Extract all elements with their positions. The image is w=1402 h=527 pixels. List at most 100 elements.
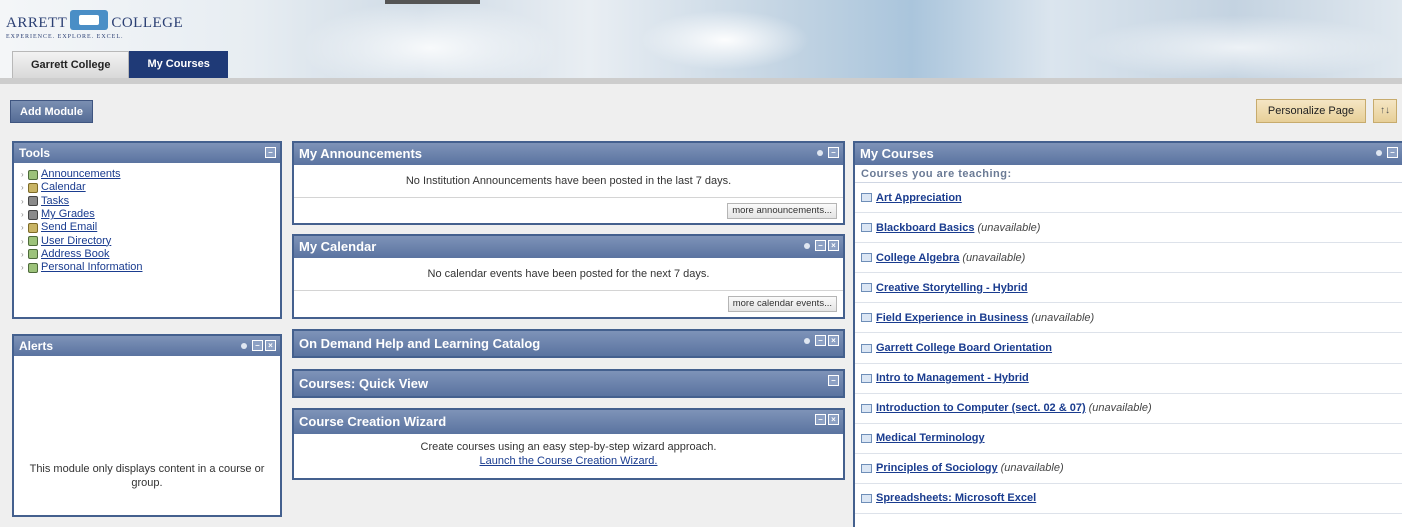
header-divider <box>0 78 1402 84</box>
course-link[interactable]: Intro to Management - Hybrid <box>876 372 1029 384</box>
list-item: Creative Storytelling - Hybrid <box>855 273 1402 304</box>
course-link[interactable]: Art Appreciation <box>876 192 962 204</box>
module-title: Courses: Quick View <box>299 376 429 391</box>
settings-icon[interactable] <box>817 149 823 156</box>
module-title: Alerts <box>19 339 54 353</box>
course-link[interactable]: College Algebra <box>876 252 959 264</box>
minimize-icon[interactable]: – <box>828 147 839 158</box>
minimize-icon[interactable]: – <box>828 375 839 386</box>
quick-view-module: Courses: Quick View – <box>292 369 845 398</box>
module-title: Course Creation Wizard <box>299 414 447 429</box>
chevron-right-icon: › <box>21 170 24 180</box>
more-calendar-events-button[interactable]: more calendar events... <box>727 296 837 312</box>
tools-link[interactable]: Send Email <box>41 221 97 234</box>
chevron-right-icon: › <box>21 196 24 206</box>
user-directory-icon <box>28 236 38 247</box>
logo-text-left: ARRETT <box>6 15 68 31</box>
tools-item-tasks[interactable]: › Tasks <box>21 195 280 208</box>
course-link[interactable]: Principles of Sociology <box>876 462 998 474</box>
module-header: My Calendar – × <box>294 236 843 258</box>
module-header: Alerts – × <box>14 336 280 356</box>
list-item: Intro to Management - Hybrid <box>855 364 1402 394</box>
settings-icon[interactable] <box>1376 149 1382 156</box>
divider <box>294 290 843 291</box>
tools-item-user-directory[interactable]: › User Directory <box>21 234 280 247</box>
course-link[interactable]: Blackboard Basics <box>876 222 974 234</box>
tools-link[interactable]: Address Book <box>41 248 109 261</box>
course-status: (unavailable) <box>962 251 1026 264</box>
tools-link[interactable]: Tasks <box>41 195 69 208</box>
announcements-module: My Announcements – No Institution Announ… <box>292 141 845 225</box>
announcements-icon <box>28 169 38 180</box>
minimize-icon[interactable]: – <box>1387 147 1398 158</box>
chevron-right-icon: › <box>21 263 24 273</box>
logo-tagline: EXPERIENCE. EXPLORE. EXCEL. <box>6 34 124 40</box>
list-item: Introduction to Computer (sect. 02 & 07)… <box>855 394 1402 424</box>
tools-item-my-grades[interactable]: › My Grades <box>21 208 280 221</box>
minimize-icon[interactable]: – <box>815 240 826 251</box>
tools-item-calendar[interactable]: › Calendar <box>21 181 280 194</box>
module-header: Courses: Quick View – <box>294 371 843 396</box>
launch-wizard-link[interactable]: Launch the Course Creation Wizard. <box>480 455 658 467</box>
header-banner: ARRETT COLLEGE EXPERIENCE. EXPLORE. EXCEL… <box>0 0 1402 80</box>
course-icon <box>861 433 872 443</box>
course-link[interactable]: Field Experience in Business <box>876 312 1028 324</box>
course-icon <box>861 403 872 413</box>
tools-item-personal-information[interactable]: › Personal Information <box>21 261 280 274</box>
settings-icon[interactable] <box>804 337 810 344</box>
divider <box>294 197 843 198</box>
more-announcements-button[interactable]: more announcements... <box>727 203 837 219</box>
module-header: Tools – <box>14 143 280 163</box>
close-icon[interactable]: × <box>265 340 276 351</box>
tools-link[interactable]: Announcements <box>41 168 121 181</box>
close-icon[interactable]: × <box>828 335 839 346</box>
tab-bar: Garrett College My Courses <box>12 51 228 78</box>
tools-module: Tools – › Announcements › Calendar › Tasks … <box>12 141 282 319</box>
email-icon <box>28 222 38 233</box>
chevron-right-icon: › <box>21 210 24 220</box>
course-icon <box>861 313 872 323</box>
list-item: Principles of Sociology (unavailable) <box>855 454 1402 484</box>
course-link[interactable]: Medical Terminology <box>876 432 985 444</box>
settings-icon[interactable] <box>804 242 810 249</box>
tools-item-announcements[interactable]: › Announcements <box>21 168 280 181</box>
module-header: My Announcements – <box>294 143 843 165</box>
tools-item-address-book[interactable]: › Address Book <box>21 248 280 261</box>
minimize-icon[interactable]: – <box>252 340 263 351</box>
tools-item-send-email[interactable]: › Send Email <box>21 221 280 234</box>
minimize-icon[interactable]: – <box>265 147 276 158</box>
personalize-page-button[interactable]: Personalize Page <box>1256 99 1366 123</box>
module-title: My Calendar <box>299 239 377 254</box>
banner-cloud <box>300 0 560 80</box>
reorder-modules-button[interactable]: ↑↓ <box>1373 99 1397 123</box>
module-title: My Announcements <box>299 146 423 161</box>
close-icon[interactable]: × <box>828 240 839 251</box>
add-module-button[interactable]: Add Module <box>10 100 93 123</box>
calendar-module: My Calendar – × No calendar events have … <box>292 234 845 319</box>
courses-subheading: Courses you are teaching: <box>855 165 1402 183</box>
calendar-icon <box>28 182 38 193</box>
tools-link[interactable]: User Directory <box>41 235 111 248</box>
chevron-right-icon: › <box>21 183 24 193</box>
tools-link[interactable]: Calendar <box>41 181 86 194</box>
course-icon <box>861 373 872 383</box>
settings-icon[interactable] <box>241 342 247 349</box>
tab-my-courses[interactable]: My Courses <box>129 51 228 78</box>
banner-cloud <box>640 10 810 70</box>
college-logo[interactable]: ARRETT COLLEGE EXPERIENCE. EXPLORE. EXCEL… <box>6 10 183 40</box>
close-icon[interactable]: × <box>828 414 839 425</box>
tab-garrett-college[interactable]: Garrett College <box>12 51 130 78</box>
alerts-message: This module only displays content in a c… <box>29 463 265 489</box>
course-link[interactable]: Spreadsheets: Microsoft Excel <box>876 492 1036 504</box>
minimize-icon[interactable]: – <box>815 414 826 425</box>
tools-list: › Announcements › Calendar › Tasks › My Grad… <box>14 163 280 274</box>
course-link[interactable]: Introduction to Computer (sect. 02 & 07) <box>876 402 1086 414</box>
minimize-icon[interactable]: – <box>815 335 826 346</box>
course-creation-wizard-module: Course Creation Wizard – × Create course… <box>292 408 845 480</box>
tools-link[interactable]: My Grades <box>41 208 95 221</box>
course-link[interactable]: Garrett College Board Orientation <box>876 342 1052 354</box>
logo-text-right: COLLEGE <box>111 15 184 31</box>
tools-link[interactable]: Personal Information <box>41 261 143 274</box>
module-header: On Demand Help and Learning Catalog – × <box>294 331 843 356</box>
course-link[interactable]: Creative Storytelling - Hybrid <box>876 282 1028 294</box>
